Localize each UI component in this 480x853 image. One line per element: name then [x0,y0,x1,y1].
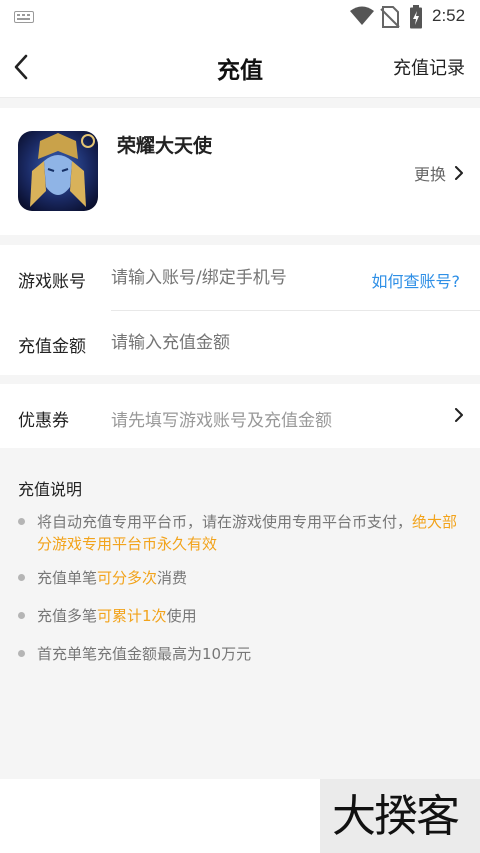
bullet-dot [18,574,25,581]
coupon-hint: 请先填写游戏账号及充值金额 [111,411,332,431]
note-item: 将自动充值专用平台币，请在游戏使用专用平台币支付，绝大部分游戏专用平台币永久有效 [18,511,458,555]
status-clock: 2:52 [432,6,466,25]
status-bar: 2:52 [0,0,480,34]
bullet-dot [18,650,25,657]
watermark: 大揆客 [320,779,480,853]
chevron-right-icon [455,408,463,422]
note-text: 充值多笔 [37,607,98,625]
watermark-text: 大揆客 [332,791,460,842]
top-nav-bar: 充值 充值记录 [0,34,480,98]
note-text: 首充单笔充值金额最高为10万元 [37,645,252,663]
game-name: 荣耀大天使 [117,135,213,157]
amount-label: 充值金额 [18,337,86,357]
account-label: 游戏账号 [18,272,86,292]
coupon-row[interactable]: 优惠券 请先填写游戏账号及充值金额 [0,384,480,448]
note-text: 使用 [166,607,197,625]
note-item: 充值多笔可累计1次使用 [18,605,458,627]
game-icon [18,131,98,211]
bullet-dot [18,518,25,525]
note-text: 消费 [157,569,188,587]
game-card: 荣耀大天使 更换 [0,108,480,235]
amount-input[interactable] [111,330,451,356]
no-sim-icon [380,6,400,28]
change-game-label: 更换 [413,165,446,184]
note-text: 充值单笔 [37,569,98,587]
account-input[interactable] [111,265,361,291]
how-to-find-account-link[interactable]: 如何查账号? [372,268,461,292]
wifi-icon [350,6,374,25]
note-highlight: 可累计1次 [97,607,167,625]
note-highlight: 可分多次 [97,569,158,587]
chevron-left-icon [14,54,28,80]
change-game-button[interactable]: 更换 [414,161,464,185]
form-divider [111,310,480,311]
recharge-record-link[interactable]: 充值记录 [393,54,465,80]
recharge-form: 游戏账号 如何查账号? 充值金额 [0,245,480,375]
battery-charging-icon [410,5,422,29]
notes-title: 充值说明 [18,480,83,499]
note-item: 首充单笔充值金额最高为10万元 [18,643,458,665]
coupon-label: 优惠券 [18,411,69,431]
note-item: 充值单笔可分多次消费 [18,567,458,589]
keyboard-icon [14,11,34,23]
back-button[interactable] [10,52,40,82]
chevron-right-icon [455,166,463,180]
note-text: 将自动充值专用平台币，请在游戏使用专用平台币支付， [37,513,413,531]
bullet-dot [18,612,25,619]
recharge-notes: 充值说明 将自动充值专用平台币，请在游戏使用专用平台币支付，绝大部分游戏专用平台… [0,449,480,779]
